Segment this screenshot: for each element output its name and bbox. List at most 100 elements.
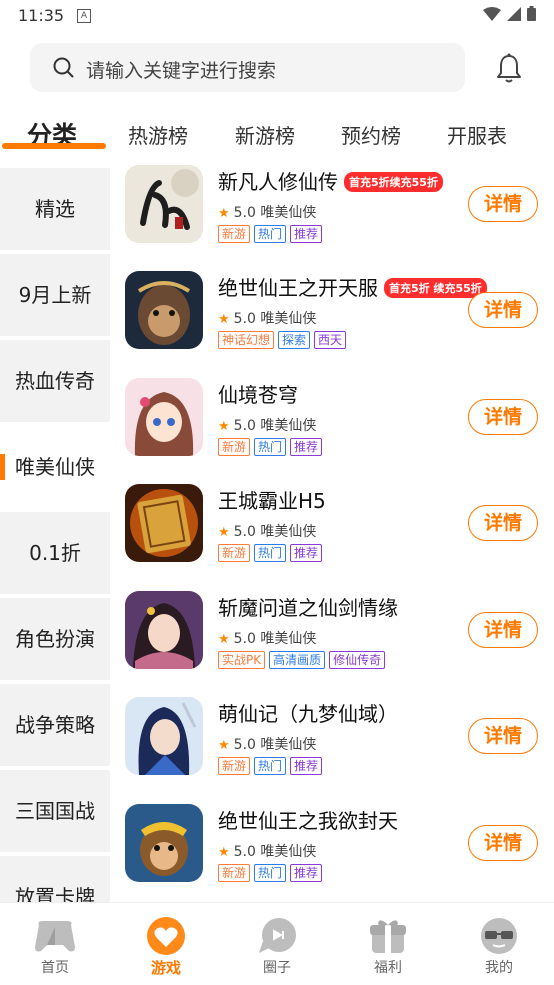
tag: 修仙传奇: [329, 651, 386, 669]
game-title: 仙境苍穹: [218, 383, 298, 407]
status-bar: 11:35 A: [0, 0, 554, 30]
nav-welfare[interactable]: 福利: [333, 903, 443, 985]
bell-icon[interactable]: [494, 52, 524, 84]
game-rating: ★ 5.0 唯美仙侠: [218, 524, 317, 540]
anime-girl-icon: [125, 378, 203, 456]
game-tags: 神话幻想 探索 西天: [218, 331, 347, 349]
glasses-face-icon: [481, 918, 517, 954]
star-icon: ★: [218, 312, 230, 327]
game-tags: 实战PK 高清画质 修仙传奇: [218, 651, 386, 669]
game-rating: ★ 5.0 唯美仙侠: [218, 737, 317, 753]
list-item[interactable]: 王城霸业H5 ★ 5.0 唯美仙侠 新游 热门 推荐 详情: [110, 477, 554, 583]
monkey-king-icon: [125, 271, 203, 349]
tab-hot-games[interactable]: 热游榜: [128, 120, 188, 149]
star-icon: ★: [218, 525, 230, 540]
calligraphy-icon: [125, 165, 203, 243]
star-icon: ★: [218, 738, 230, 753]
tag: 热门: [254, 757, 287, 775]
wifi-icon: [483, 6, 501, 21]
active-tab-indicator: [2, 143, 106, 149]
list-item[interactable]: 仙境苍穹 ★ 5.0 唯美仙侠 新游 热门 推荐 详情: [110, 371, 554, 477]
system-icons: [483, 6, 536, 21]
nav-welfare-label: 福利: [374, 960, 402, 976]
tag: 推荐: [290, 544, 323, 562]
list-item[interactable]: 绝世仙王之开天服 首充5折 续充55折 ★ 5.0 唯美仙侠 神话幻想 探索 西天 …: [110, 264, 554, 370]
detail-button[interactable]: 详情: [468, 505, 538, 541]
star-icon: ★: [218, 206, 230, 221]
chat-bubble-icon: [259, 918, 296, 953]
game-rating: ★ 5.0 唯美仙侠: [218, 631, 317, 647]
detail-button[interactable]: 详情: [468, 292, 538, 328]
tag: 新游: [218, 438, 251, 456]
game-rating: ★ 5.0 唯美仙侠: [218, 205, 317, 221]
star-icon: ★: [218, 419, 230, 434]
nav-games[interactable]: 游戏: [111, 903, 221, 985]
game-tags: 新游 热门 推荐: [218, 544, 323, 562]
tab-new-games[interactable]: 新游榜: [235, 120, 295, 149]
game-tags: 新游 热门 推荐: [218, 225, 323, 243]
list-item[interactable]: 萌仙记（九梦仙域） ★ 5.0 唯美仙侠 新游 热门 推荐 详情: [110, 690, 554, 796]
game-heart-icon: [147, 917, 185, 955]
fairy-girl-icon: [125, 591, 203, 669]
golden-book-icon: [125, 484, 203, 562]
nav-circle[interactable]: 圈子: [222, 903, 332, 985]
game-title: 萌仙记（九梦仙域）: [218, 702, 398, 726]
tag: 西天: [314, 331, 347, 349]
list-item[interactable]: 斩魔问道之仙剑情缘 ★ 5.0 唯美仙侠 实战PK 高清画质 修仙传奇 详情: [110, 584, 554, 690]
promo-badge: 首充5折续充55折: [344, 172, 443, 192]
game-title: 王城霸业H5: [218, 489, 326, 513]
star-icon: ★: [218, 845, 230, 860]
search-input[interactable]: 请输入关键字进行搜索: [86, 56, 276, 83]
category-tabs: 分类 热游榜 新游榜 预约榜 开服表: [0, 110, 554, 158]
sidebar-item-xianxia[interactable]: 唯美仙侠: [0, 426, 110, 508]
nav-home-label: 首页: [41, 960, 69, 976]
nav-mine[interactable]: 我的: [444, 903, 554, 985]
list-item[interactable]: 绝世仙王之我欲封天 ★ 5.0 唯美仙侠 新游 热门 推荐 详情: [110, 797, 554, 902]
tag: 热门: [254, 438, 287, 456]
sidebar-item-featured[interactable]: 精选: [0, 168, 110, 250]
nav-home[interactable]: 首页: [0, 903, 110, 985]
search-icon: [53, 57, 74, 78]
tag: 神话幻想: [218, 331, 275, 349]
game-tags: 新游 热门 推荐: [218, 757, 323, 775]
tag: 推荐: [290, 757, 323, 775]
star-icon: ★: [218, 632, 230, 647]
game-rating: ★ 5.0 唯美仙侠: [218, 311, 317, 327]
gift-icon: [370, 920, 406, 953]
detail-button[interactable]: 详情: [468, 825, 538, 861]
game-tags: 新游 热门 推荐: [218, 438, 323, 456]
game-title: 斩魔问道之仙剑情缘: [218, 596, 398, 620]
tag: 新游: [218, 864, 251, 882]
battery-icon: [527, 6, 536, 21]
tag: 新游: [218, 757, 251, 775]
sidebar-item-september-new[interactable]: 9月上新: [0, 254, 110, 336]
tag: 高清画质: [269, 651, 326, 669]
tab-reservation[interactable]: 预约榜: [341, 120, 401, 149]
sidebar-item-three-kingdoms[interactable]: 三国国战: [0, 770, 110, 852]
tag: 热门: [254, 225, 287, 243]
sidebar-item-strategy[interactable]: 战争策略: [0, 684, 110, 766]
sidebar-item-rpg[interactable]: 角色扮演: [0, 598, 110, 680]
list-item[interactable]: 新凡人修仙传 首充5折续充55折 ★ 5.0 唯美仙侠 新游 热门 推荐 详情: [110, 158, 554, 264]
bottom-nav: 首页 游戏 圈子 福利 我的: [0, 902, 554, 985]
search-bar[interactable]: 请输入关键字进行搜索: [30, 43, 465, 92]
tag: 热门: [254, 864, 287, 882]
tab-server-list[interactable]: 开服表: [447, 120, 507, 149]
detail-button[interactable]: 详情: [468, 186, 538, 222]
status-time: 11:35: [18, 6, 65, 25]
sidebar-item-discount[interactable]: 0.1折: [0, 512, 110, 594]
detail-button[interactable]: 详情: [468, 718, 538, 754]
game-title: 绝世仙王之我欲封天: [218, 809, 398, 833]
tag: 新游: [218, 544, 251, 562]
nav-games-label: 游戏: [150, 959, 181, 977]
tag: 推荐: [290, 225, 323, 243]
nav-circle-label: 圈子: [263, 960, 291, 976]
detail-button[interactable]: 详情: [468, 612, 538, 648]
category-sidebar: 精选 9月上新 热血传奇 唯美仙侠 0.1折 角色扮演 战争策略 三国国战 放置…: [0, 168, 110, 902]
detail-button[interactable]: 详情: [468, 399, 538, 435]
sidebar-item-idle-cards[interactable]: 放置卡牌: [0, 856, 110, 902]
tag: 探索: [278, 331, 311, 349]
tag: 新游: [218, 225, 251, 243]
tag: 推荐: [290, 864, 323, 882]
sidebar-item-legend[interactable]: 热血传奇: [0, 340, 110, 422]
